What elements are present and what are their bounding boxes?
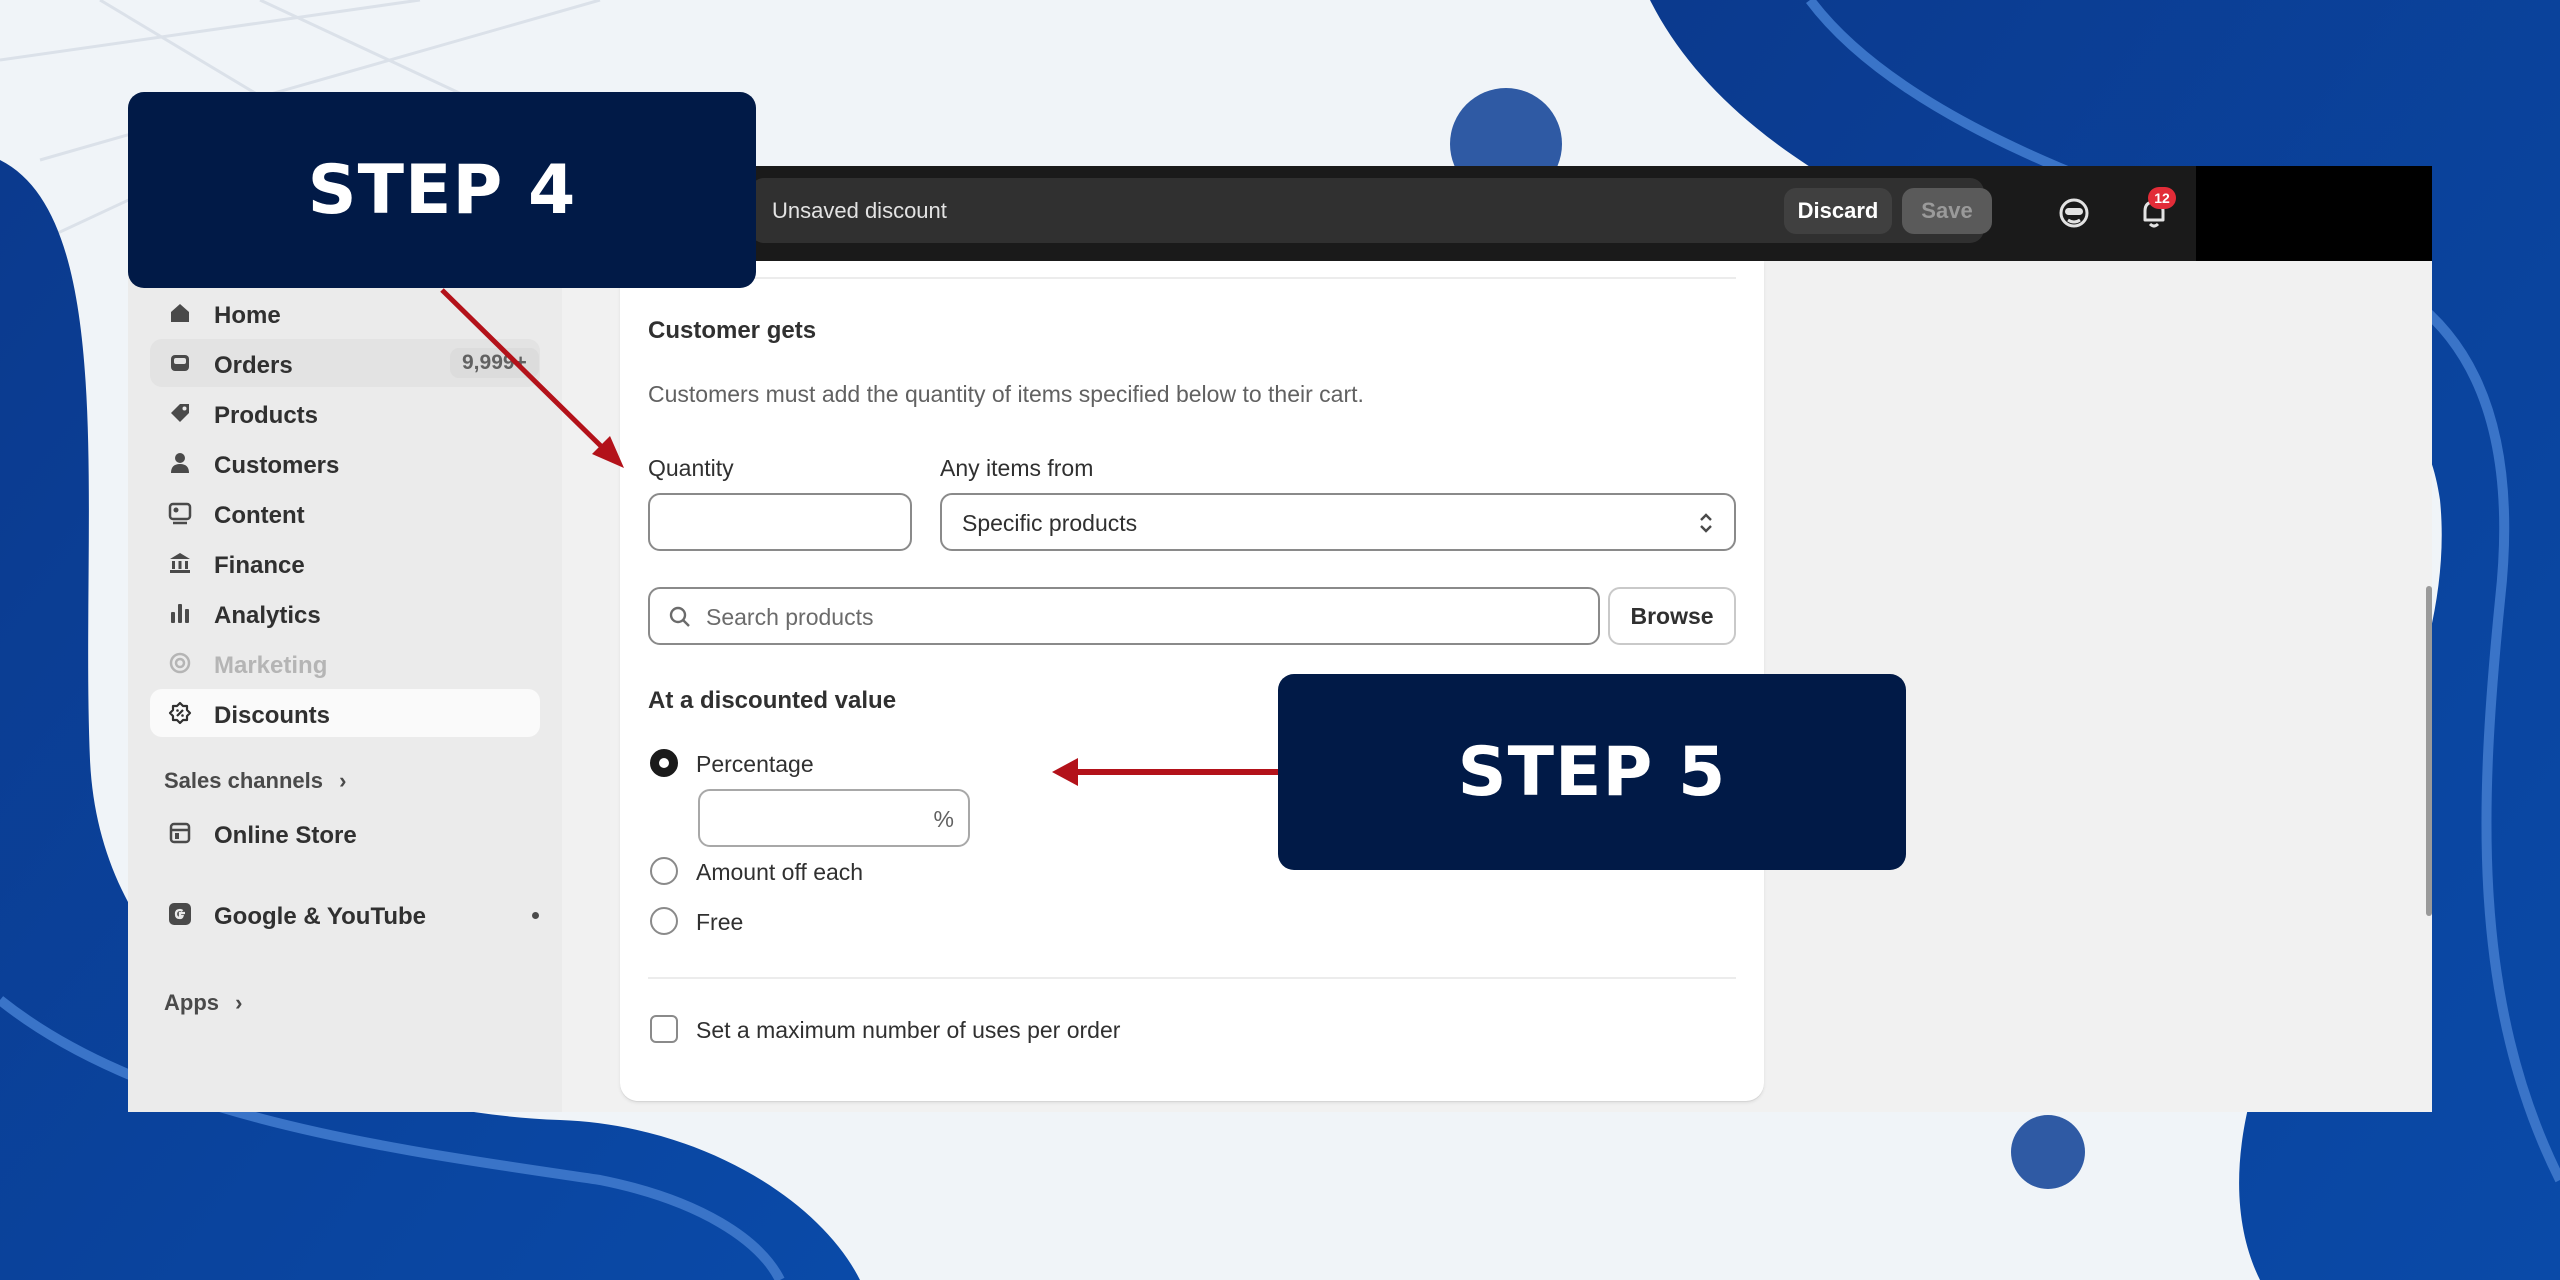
- store-icon: [169, 822, 191, 844]
- customer-gets-heading: Customer gets: [648, 317, 817, 344]
- sidebar-item-finance[interactable]: Finance: [150, 539, 540, 587]
- max-uses-checkbox[interactable]: [650, 1015, 678, 1043]
- free-radio[interactable]: [650, 907, 678, 935]
- percentage-radio[interactable]: [650, 749, 678, 777]
- discard-button[interactable]: Discard: [1784, 188, 1892, 234]
- sidebar-item-label: Products: [214, 402, 319, 429]
- sidebar-item-label: Orders: [214, 352, 293, 379]
- search-products-input[interactable]: Search products: [648, 587, 1600, 645]
- google-icon: [169, 903, 191, 925]
- topbar-right-region: [2196, 166, 2432, 261]
- apps-heading[interactable]: Apps ›: [164, 990, 242, 1016]
- sidebar-item-home[interactable]: Home: [150, 289, 540, 337]
- sidebar-item-marketing[interactable]: Marketing: [150, 639, 540, 687]
- max-uses-label: Set a maximum number of uses per order: [696, 1017, 1121, 1043]
- status-dot: [532, 912, 539, 919]
- quantity-input[interactable]: [648, 493, 912, 551]
- sales-channels-heading[interactable]: Sales channels ›: [164, 768, 346, 794]
- sidebar-item-content[interactable]: Content: [150, 489, 540, 537]
- discounted-value-heading: At a discounted value: [648, 687, 897, 714]
- decor-circle-bottom: [2011, 1115, 2085, 1189]
- discount-icon: [168, 701, 192, 725]
- sidebar-item-label: Finance: [214, 552, 305, 579]
- step-5-label: STEP 5: [1278, 674, 1906, 870]
- target-icon: [169, 652, 191, 674]
- quantity-label: Quantity: [648, 455, 734, 481]
- image-icon: [168, 502, 192, 525]
- scrollbar[interactable]: [2426, 586, 2432, 916]
- customer-gets-description: Customers must add the quantity of items…: [648, 381, 1364, 407]
- any-items-value: Specific products: [962, 510, 1138, 536]
- sidebar-item-label: Analytics: [214, 602, 321, 629]
- sidebar-item-analytics[interactable]: Analytics: [150, 589, 540, 637]
- sidebar-item-label: Marketing: [214, 652, 328, 679]
- person-icon: [171, 453, 189, 473]
- search-placeholder: Search products: [706, 604, 874, 630]
- apps-label: Apps: [164, 990, 219, 1015]
- sales-channels-label: Sales channels: [164, 768, 323, 793]
- admin-window: Unsaved discount Discard Save 12 Home Or…: [128, 166, 2432, 1112]
- sidebar-item-label: Discounts: [214, 702, 331, 729]
- sidebar-item-discounts[interactable]: Discounts: [150, 689, 540, 737]
- any-items-label: Any items from: [940, 455, 1094, 481]
- sidebar-item-google-youtube[interactable]: Google & YouTube: [150, 890, 540, 938]
- orders-count-badge: 9,999+: [450, 348, 539, 378]
- sidebar-item-online-store[interactable]: Online Store: [150, 809, 540, 857]
- inbox-icon: [171, 355, 189, 371]
- sidebar-item-label: Home: [214, 302, 281, 329]
- search-icon: [669, 606, 690, 627]
- sidebar-item-orders[interactable]: Orders 9,999+: [150, 339, 540, 387]
- chevron-right-icon: ›: [235, 990, 243, 1015]
- select-chevron-icon: [1700, 513, 1712, 533]
- amount-off-label: Amount off each: [696, 859, 864, 885]
- percentage-input[interactable]: %: [698, 789, 970, 847]
- bank-icon: [170, 553, 190, 573]
- percentage-label: Percentage: [696, 751, 814, 777]
- amount-off-radio[interactable]: [650, 857, 678, 885]
- sidebar-item-label: Content: [214, 502, 305, 529]
- chevron-right-icon: ›: [339, 768, 347, 793]
- browse-button[interactable]: Browse: [1608, 587, 1736, 645]
- divider: [648, 277, 1736, 279]
- sidebar-item-products[interactable]: Products: [150, 389, 540, 437]
- sidebar-item-label: Customers: [214, 452, 340, 479]
- notification-badge: 12: [2148, 187, 2176, 209]
- free-label: Free: [696, 909, 744, 935]
- percent-suffix: %: [933, 806, 954, 832]
- save-button[interactable]: Save: [1902, 188, 1992, 234]
- divider: [648, 977, 1736, 979]
- unsaved-changes-bar: Unsaved discount Discard Save: [750, 178, 1992, 243]
- tag-icon: [171, 404, 189, 422]
- sidebar-item-label: Online Store: [214, 822, 357, 849]
- sidekick-icon[interactable]: [2056, 195, 2092, 231]
- unsaved-title: Unsaved discount: [772, 198, 947, 223]
- home-icon: [171, 304, 189, 322]
- any-items-select[interactable]: Specific products: [940, 493, 1736, 551]
- step-4-label: STEP 4: [128, 92, 756, 288]
- sidebar-item-customers[interactable]: Customers: [150, 439, 540, 487]
- sidebar: Home Orders 9,999+ Products Customers Co…: [128, 261, 562, 1112]
- sidebar-item-label: Google & YouTube: [214, 903, 426, 930]
- bar-chart-icon: [171, 604, 189, 623]
